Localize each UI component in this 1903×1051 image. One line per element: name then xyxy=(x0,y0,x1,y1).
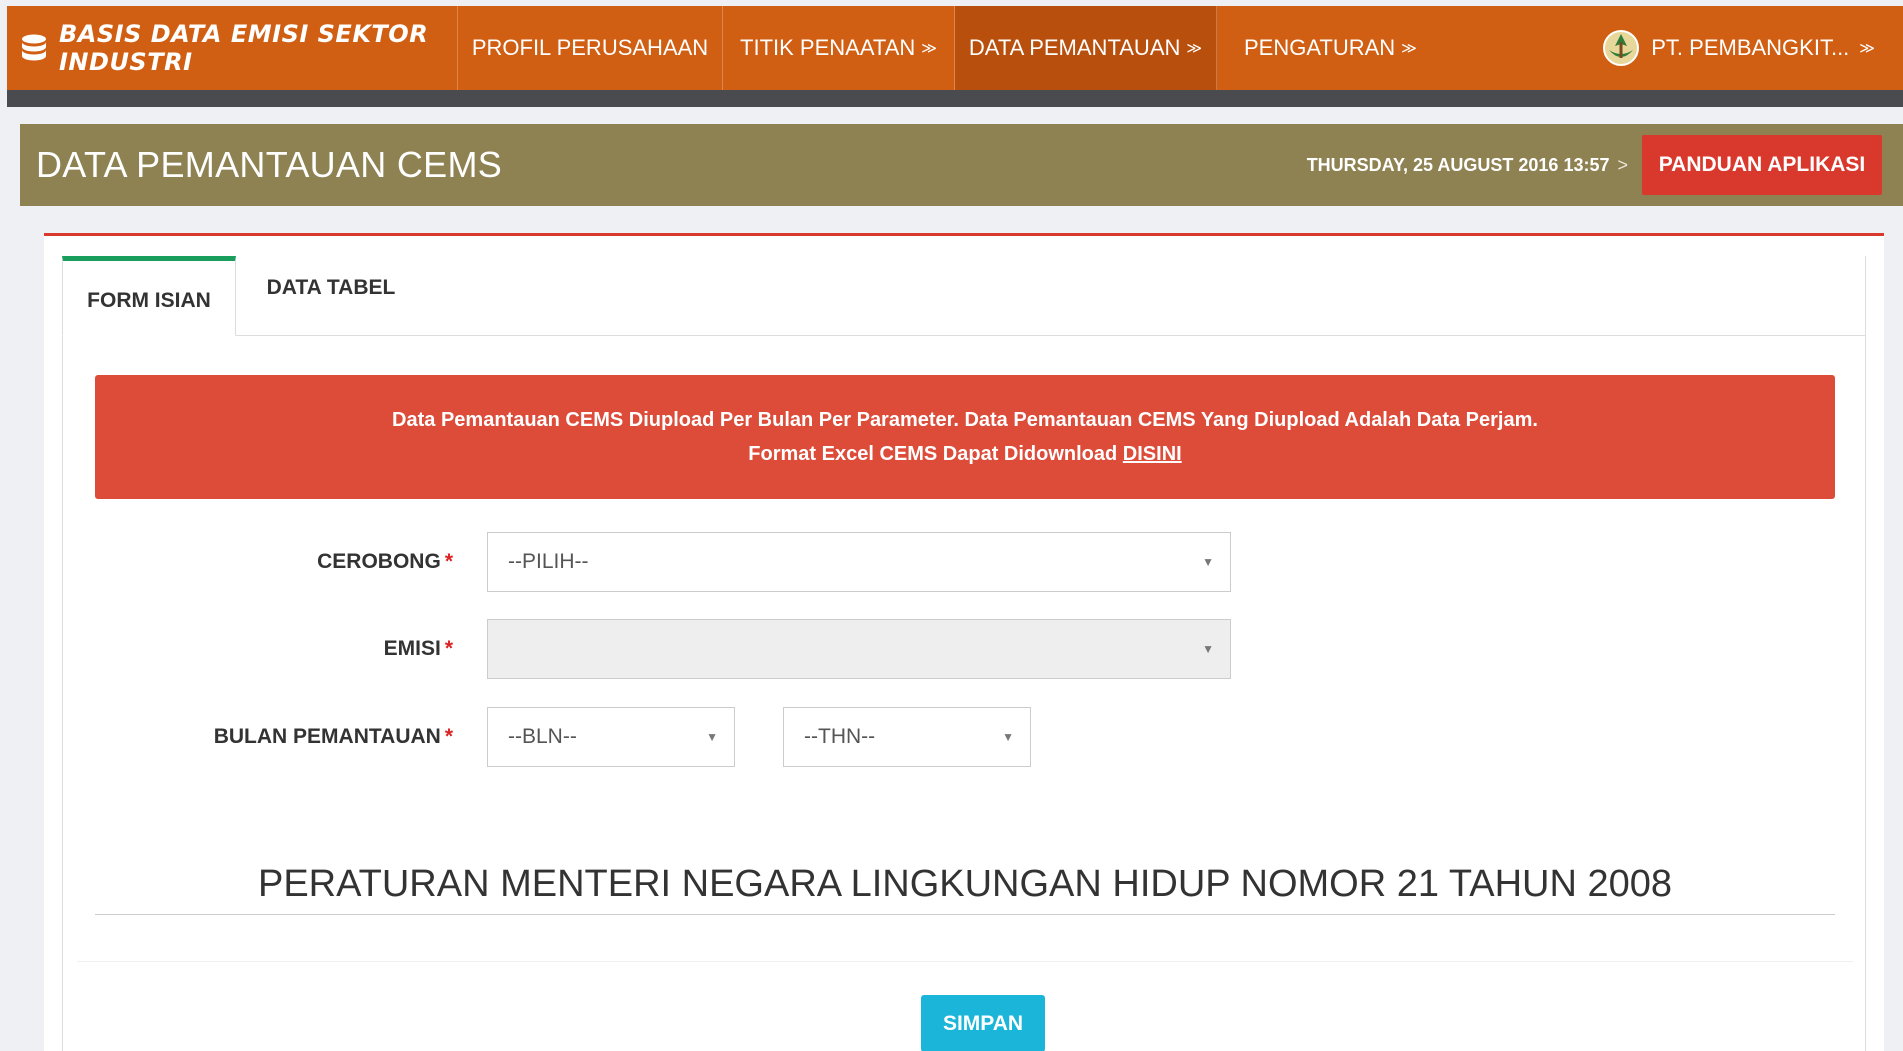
nav-label: PENGATURAN xyxy=(1244,35,1396,60)
brand-logo[interactable]: BASIS DATA EMISI SEKTOR INDUSTRI xyxy=(7,6,458,90)
cerobong-select[interactable]: --PILIH-- ▼ xyxy=(487,532,1231,592)
emisi-label: EMISI * xyxy=(63,637,487,661)
panduan-aplikasi-button[interactable]: PANDUAN APLIKASI xyxy=(1642,135,1882,195)
page-title: DATA PEMANTAUAN CEMS xyxy=(36,144,503,185)
navbar-shadow-strip xyxy=(7,90,1903,107)
page-header: DATA PEMANTAUAN CEMS THURSDAY, 25 AUGUST… xyxy=(20,124,1903,206)
datetime-text: THURSDAY, 25 AUGUST 2016 13:57 xyxy=(1306,154,1610,175)
emisi-select[interactable]: ▼ xyxy=(487,619,1231,679)
alert-line-2-text: Format Excel CEMS Dapat Didownload xyxy=(748,443,1118,465)
tab-data-tabel[interactable]: DATA TABEL xyxy=(236,255,426,335)
alert-line-2: Format Excel CEMS Dapat Didownload DISIN… xyxy=(95,437,1835,471)
month-select[interactable]: --BLN-- ▼ xyxy=(487,707,735,767)
nav-data-pemantauan[interactable]: DATA PEMANTAUAN ≫ xyxy=(955,6,1217,90)
user-menu[interactable]: PT. PEMBANGKIT... ≫ xyxy=(1601,6,1903,90)
datetime-display: THURSDAY, 25 AUGUST 2016 13:57 > xyxy=(1307,155,1628,176)
label-text: BULAN PEMANTAUAN xyxy=(213,725,441,748)
info-alert: Data Pemantauan CEMS Diupload Per Bulan … xyxy=(95,375,1835,499)
nav-label: PROFIL PERUSAHAAN xyxy=(471,35,709,60)
required-mark: * xyxy=(444,725,453,748)
cerobong-label: CEROBONG * xyxy=(63,550,487,574)
nav-label: TITIK PENAATAN xyxy=(740,35,916,60)
download-template-link[interactable]: DISINI xyxy=(1123,443,1182,465)
select-value: --THN-- xyxy=(804,725,876,748)
regulation-heading: PERATURAN MENTERI NEGARA LINGKUNGAN HIDU… xyxy=(95,863,1835,915)
chevron-down-icon: ≫ xyxy=(1859,40,1875,57)
alert-line-1: Data Pemantauan CEMS Diupload Per Bulan … xyxy=(392,409,1538,431)
brand-title: BASIS DATA EMISI SEKTOR INDUSTRI xyxy=(59,20,429,76)
nav-label: DATA PEMANTAUAN xyxy=(968,35,1181,60)
caret-down-icon: ▼ xyxy=(706,730,718,744)
nav-titik-penaatan[interactable]: TITIK PENAATAN ≫ xyxy=(723,6,955,90)
chevron-down-icon: ≫ xyxy=(1401,40,1417,57)
required-mark: * xyxy=(444,637,453,660)
tab-form-isian[interactable]: FORM ISIAN xyxy=(62,256,236,336)
select-value: --BLN-- xyxy=(508,725,577,748)
required-mark: * xyxy=(444,550,453,573)
ministry-emblem-icon xyxy=(1603,30,1640,66)
database-icon xyxy=(22,34,46,61)
datetime-separator: > xyxy=(1617,154,1628,175)
form-row-cerobong: CEROBONG * --PILIH-- ▼ xyxy=(63,532,1231,592)
form-row-emisi: EMISI * ▼ xyxy=(63,619,1231,679)
label-text: EMISI xyxy=(383,637,441,660)
chevron-down-icon: ≫ xyxy=(921,40,937,57)
top-navbar: BASIS DATA EMISI SEKTOR INDUSTRI PROFIL … xyxy=(7,6,1903,90)
nav-pengaturan[interactable]: PENGATURAN ≫ xyxy=(1217,6,1444,90)
year-select[interactable]: --THN-- ▼ xyxy=(783,707,1031,767)
chevron-down-icon: ≫ xyxy=(1186,40,1203,57)
content-panel: FORM ISIAN DATA TABEL Data Pemantauan CE… xyxy=(44,233,1884,1051)
tab-content: Data Pemantauan CEMS Diupload Per Bulan … xyxy=(62,336,1866,1051)
form-row-bulan: BULAN PEMANTAUAN * --BLN-- ▼ --THN-- ▼ xyxy=(63,707,1031,767)
form-footer-divider xyxy=(77,961,1853,962)
caret-down-icon: ▼ xyxy=(1202,642,1214,656)
tab-bar: FORM ISIAN DATA TABEL xyxy=(62,256,1866,336)
label-text: CEROBONG xyxy=(317,550,441,573)
nav-profil-perusahaan[interactable]: PROFIL PERUSAHAAN xyxy=(458,6,723,90)
select-value: --PILIH-- xyxy=(508,550,589,573)
user-name: PT. PEMBANGKIT... xyxy=(1651,35,1850,60)
caret-down-icon: ▼ xyxy=(1202,555,1214,569)
bulan-label: BULAN PEMANTAUAN * xyxy=(63,725,487,749)
tab-bar-edge xyxy=(1865,256,1866,336)
simpan-button[interactable]: SIMPAN xyxy=(921,995,1045,1051)
caret-down-icon: ▼ xyxy=(1002,730,1014,744)
